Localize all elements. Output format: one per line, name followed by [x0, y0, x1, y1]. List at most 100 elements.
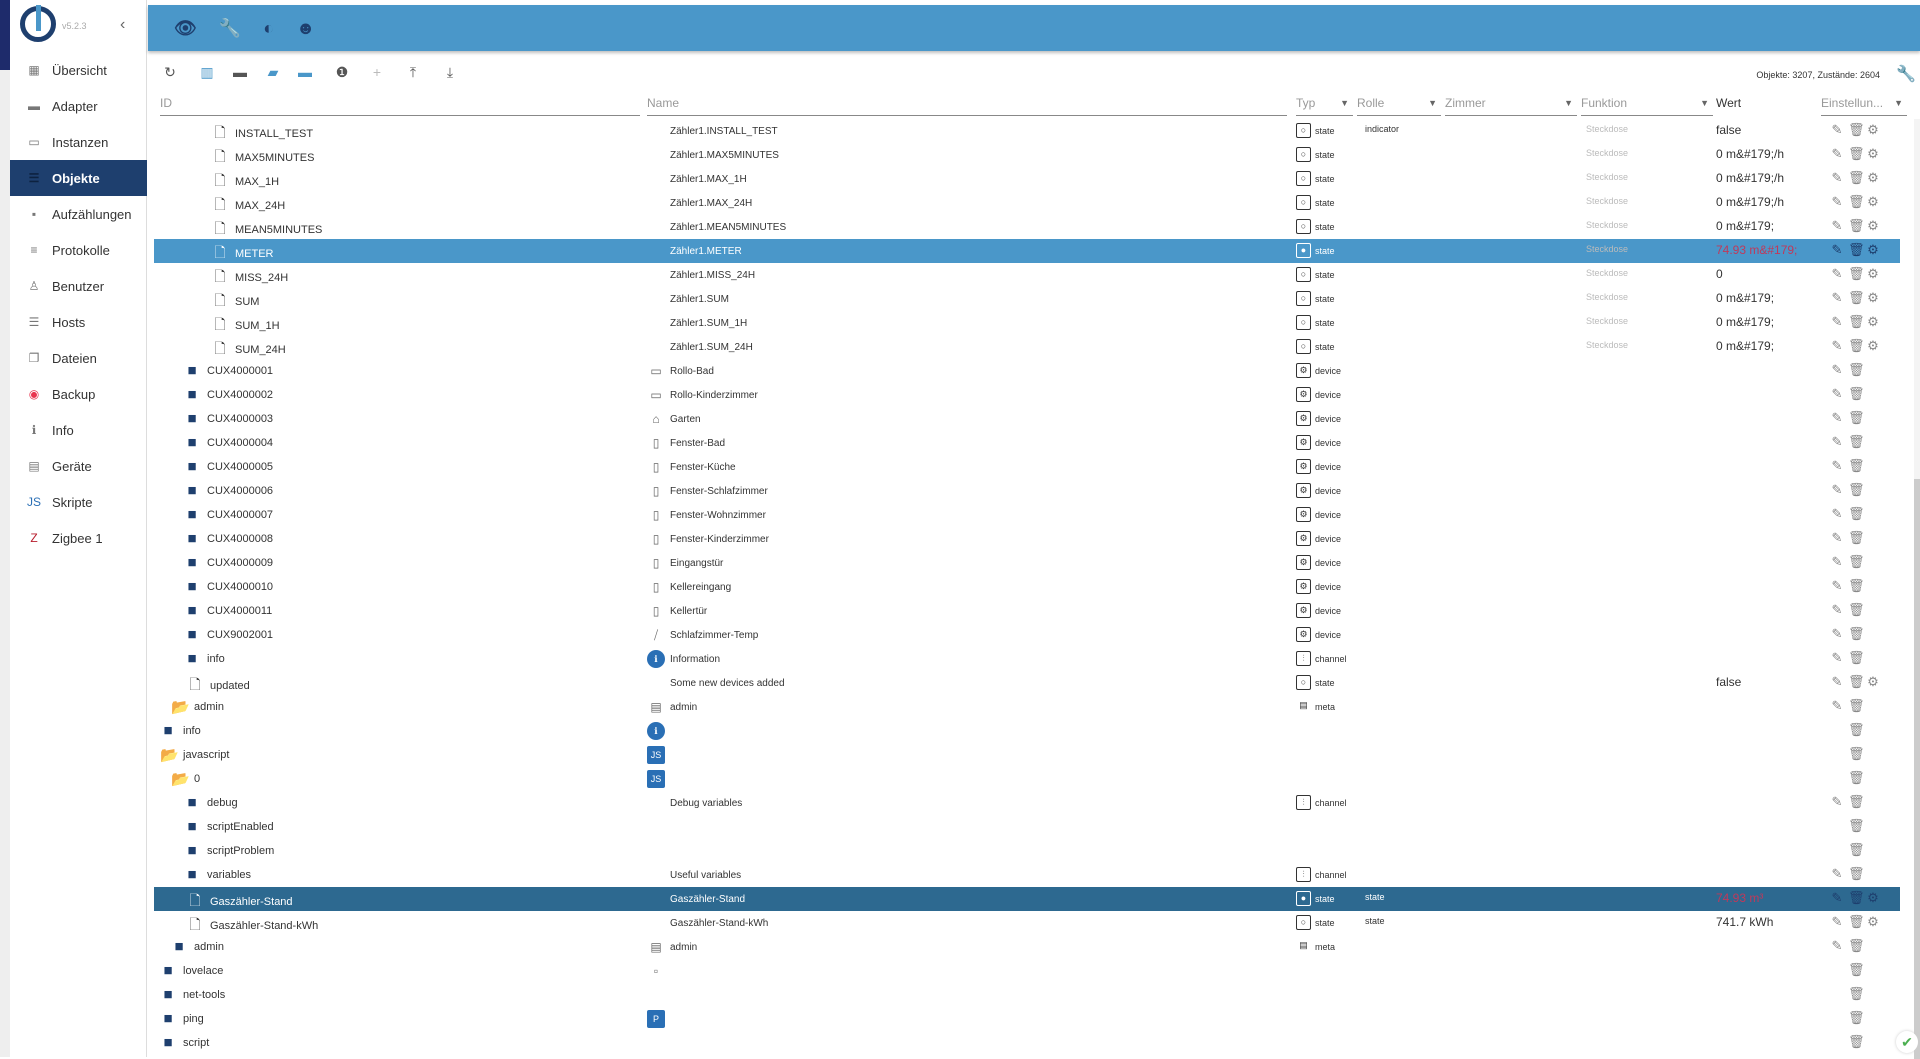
folder-icon[interactable]: ▬ [230, 64, 250, 80]
table-row[interactable]: 🗋 INSTALL_TEST Zähler1.INSTALL_TEST ○ state i… [154, 119, 1900, 143]
edit-icon[interactable]: ✎ [1830, 794, 1844, 810]
settings-icon[interactable]: ⚙ [1866, 914, 1880, 930]
edit-icon[interactable]: ✎ [1830, 386, 1844, 402]
settings-filter[interactable]: Einstellun... ▼ [1821, 96, 1907, 116]
value-cell[interactable]: 0 m&#179; [1716, 219, 1774, 233]
sidebar-item-skripte[interactable]: JS Skripte [10, 484, 147, 520]
edit-icon[interactable]: ✎ [1830, 578, 1844, 594]
table-row[interactable]: ■ variables Useful variables ⫶ channel ✎ 🗑 [154, 863, 1900, 887]
value-cell[interactable]: 0 m&#179; [1716, 291, 1774, 305]
delete-icon[interactable]: 🗑 [1848, 698, 1865, 714]
id-cell[interactable]: ■ CUX4000005 [184, 458, 273, 475]
edit-icon[interactable]: ✎ [1830, 626, 1844, 642]
sidebar-item-instanzen[interactable]: ▭ Instanzen [10, 124, 147, 160]
table-row[interactable]: 📂 javascript JS 🗑 [154, 743, 1900, 767]
delete-icon[interactable]: 🗑 [1848, 122, 1865, 138]
delete-icon[interactable]: 🗑 [1848, 578, 1865, 594]
delete-icon[interactable]: 🗑 [1848, 938, 1865, 954]
delete-icon[interactable]: 🗑 [1848, 842, 1865, 858]
settings-icon[interactable]: ⚙ [1866, 314, 1880, 330]
delete-icon[interactable]: 🗑 [1848, 986, 1865, 1002]
edit-icon[interactable]: ✎ [1830, 554, 1844, 570]
role-filter[interactable]: Rolle ▼ [1357, 96, 1441, 116]
value-cell[interactable]: 0 m&#179;/h [1716, 195, 1784, 209]
id-cell[interactable]: ■ script [160, 1034, 209, 1051]
collapse-all-icon[interactable]: ▬ [295, 64, 315, 80]
expand-level-icon[interactable]: ❶ [332, 64, 352, 81]
sidebar-item-zigbee-1[interactable]: Z Zigbee 1 [10, 520, 147, 556]
delete-icon[interactable]: 🗑 [1848, 218, 1865, 234]
table-row[interactable]: 🗋 updated Some new devices added ○ state fals… [154, 671, 1900, 695]
value-cell[interactable]: 74.93 m³ [1716, 891, 1763, 905]
edit-icon[interactable]: ✎ [1830, 866, 1844, 882]
settings-icon[interactable]: ⚙ [1866, 338, 1880, 354]
settings-icon[interactable]: ⚙ [1866, 194, 1880, 210]
edit-icon[interactable]: ✎ [1830, 530, 1844, 546]
id-cell[interactable]: ■ CUX4000007 [184, 506, 273, 523]
value-cell[interactable]: 0 m&#179;/h [1716, 171, 1784, 185]
table-row[interactable]: ■ CUX4000007 ▯ Fenster-Wohnzimmer ⚙ device ✎ 🗑 [154, 503, 1900, 527]
settings-icon[interactable]: ⚙ [1866, 266, 1880, 282]
add-icon[interactable]: + [367, 64, 387, 80]
edit-icon[interactable]: ✎ [1830, 194, 1844, 210]
id-cell[interactable]: 📂 admin [171, 698, 224, 716]
delete-icon[interactable]: 🗑 [1848, 602, 1865, 618]
id-cell[interactable]: ■ net-tools [160, 986, 225, 1003]
sidebar-item-aufz-hlungen[interactable]: ▪ Aufzählungen [10, 196, 147, 232]
edit-icon[interactable]: ✎ [1830, 674, 1844, 690]
id-cell[interactable]: 📂 javascript [160, 746, 229, 764]
table-row[interactable]: 📂 admin ▤ admin ▤ meta ✎ 🗑 [154, 695, 1900, 719]
table-row[interactable]: ■ CUX4000010 ▯ Kellereingang ⚙ device ✎ 🗑 [154, 575, 1900, 599]
sidebar-item-objekte[interactable]: ☰ Objekte [10, 160, 147, 196]
id-cell[interactable]: ■ CUX4000003 [184, 410, 273, 427]
sidebar-item-backup[interactable]: ◉ Backup [10, 376, 147, 412]
edit-icon[interactable]: ✎ [1830, 602, 1844, 618]
id-cell[interactable]: ■ CUX4000011 [184, 602, 272, 619]
settings-icon[interactable]: ⚙ [1866, 674, 1880, 690]
delete-icon[interactable]: 🗑 [1848, 626, 1865, 642]
table-row[interactable]: 🗋 MAX_24H Zähler1.MAX_24H ○ state Steckdose 0 … [154, 191, 1900, 215]
edit-icon[interactable]: ✎ [1830, 938, 1844, 954]
id-cell[interactable]: ■ CUX9002001 [184, 626, 273, 643]
id-cell[interactable]: ■ ping [160, 1010, 203, 1027]
delete-icon[interactable]: 🗑 [1848, 818, 1865, 834]
delete-icon[interactable]: 🗑 [1848, 746, 1865, 762]
edit-icon[interactable]: ✎ [1830, 482, 1844, 498]
delete-icon[interactable]: 🗑 [1848, 434, 1865, 450]
settings-icon[interactable]: ⚙ [1866, 170, 1880, 186]
wrench-icon[interactable]: 🔧 [1896, 64, 1916, 84]
table-row[interactable]: 🗋 MEAN5MINUTES Zähler1.MEAN5MINUTES ○ state S… [154, 215, 1900, 239]
id-cell[interactable]: ■ lovelace [160, 962, 223, 979]
value-cell[interactable]: 74.93 m&#179; [1716, 243, 1797, 257]
delete-icon[interactable]: 🗑 [1848, 722, 1865, 738]
table-row[interactable]: ■ CUX4000008 ▯ Fenster-Kinderzimmer ⚙ device ✎… [154, 527, 1900, 551]
id-cell[interactable]: ■ CUX4000004 [184, 434, 273, 451]
sidebar-item-adapter[interactable]: ▬ Adapter [10, 88, 147, 124]
delete-icon[interactable]: 🗑 [1848, 506, 1865, 522]
edit-icon[interactable]: ✎ [1830, 314, 1844, 330]
scrollbar[interactable] [1914, 119, 1920, 1059]
table-row[interactable]: ■ CUX4000003 ⌂ Garten ⚙ device ✎ 🗑 [154, 407, 1900, 431]
settings-icon[interactable]: ⚙ [1866, 122, 1880, 138]
edit-icon[interactable]: ✎ [1830, 170, 1844, 186]
table-row[interactable]: ■ net-tools 🗑 [154, 983, 1900, 1007]
refresh-icon[interactable]: ↻ [160, 64, 180, 81]
expand-all-icon[interactable]: ▰ [263, 64, 283, 81]
edit-icon[interactable]: ✎ [1830, 362, 1844, 378]
id-cell[interactable]: ■ variables [184, 866, 251, 883]
name-column-header[interactable]: Name [647, 96, 1287, 116]
id-cell[interactable]: ■ CUX4000009 [184, 554, 273, 571]
delete-icon[interactable]: 🗑 [1848, 242, 1865, 258]
table-row[interactable]: ■ CUX4000002 ▭ Rollo-Kinderzimmer ⚙ device ✎ 🗑 [154, 383, 1900, 407]
sidebar-item-protokolle[interactable]: ≡ Protokolle [10, 232, 147, 268]
delete-icon[interactable]: 🗑 [1848, 650, 1865, 666]
settings-icon[interactable]: ⚙ [1866, 290, 1880, 306]
edit-icon[interactable]: ✎ [1830, 338, 1844, 354]
delete-icon[interactable]: 🗑 [1848, 170, 1865, 186]
id-cell[interactable]: 📂 0 [171, 770, 200, 788]
delete-icon[interactable]: 🗑 [1848, 338, 1865, 354]
id-cell[interactable]: ■ scriptProblem [184, 842, 274, 859]
id-cell[interactable]: ■ info [184, 650, 224, 667]
edit-icon[interactable]: ✎ [1830, 890, 1844, 906]
id-cell[interactable]: ■ CUX4000008 [184, 530, 273, 547]
